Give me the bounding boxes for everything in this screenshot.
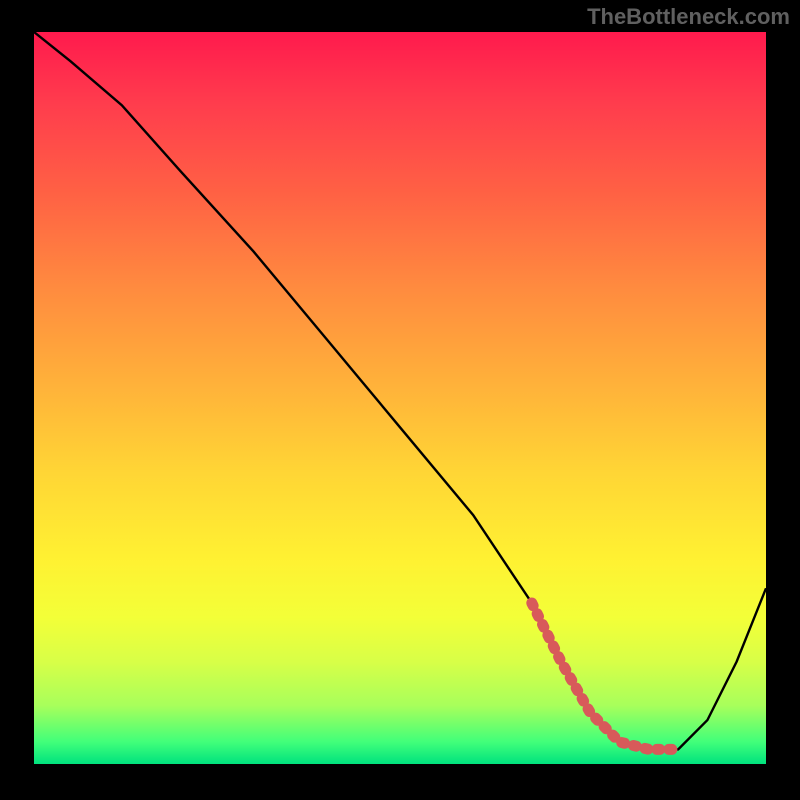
curve-svg (34, 32, 766, 764)
flat-region-overlay (532, 603, 678, 749)
plot-area (34, 32, 766, 764)
watermark-text: TheBottleneck.com (587, 4, 790, 30)
chart-container: TheBottleneck.com (0, 0, 800, 800)
bottleneck-curve-line (34, 32, 766, 749)
